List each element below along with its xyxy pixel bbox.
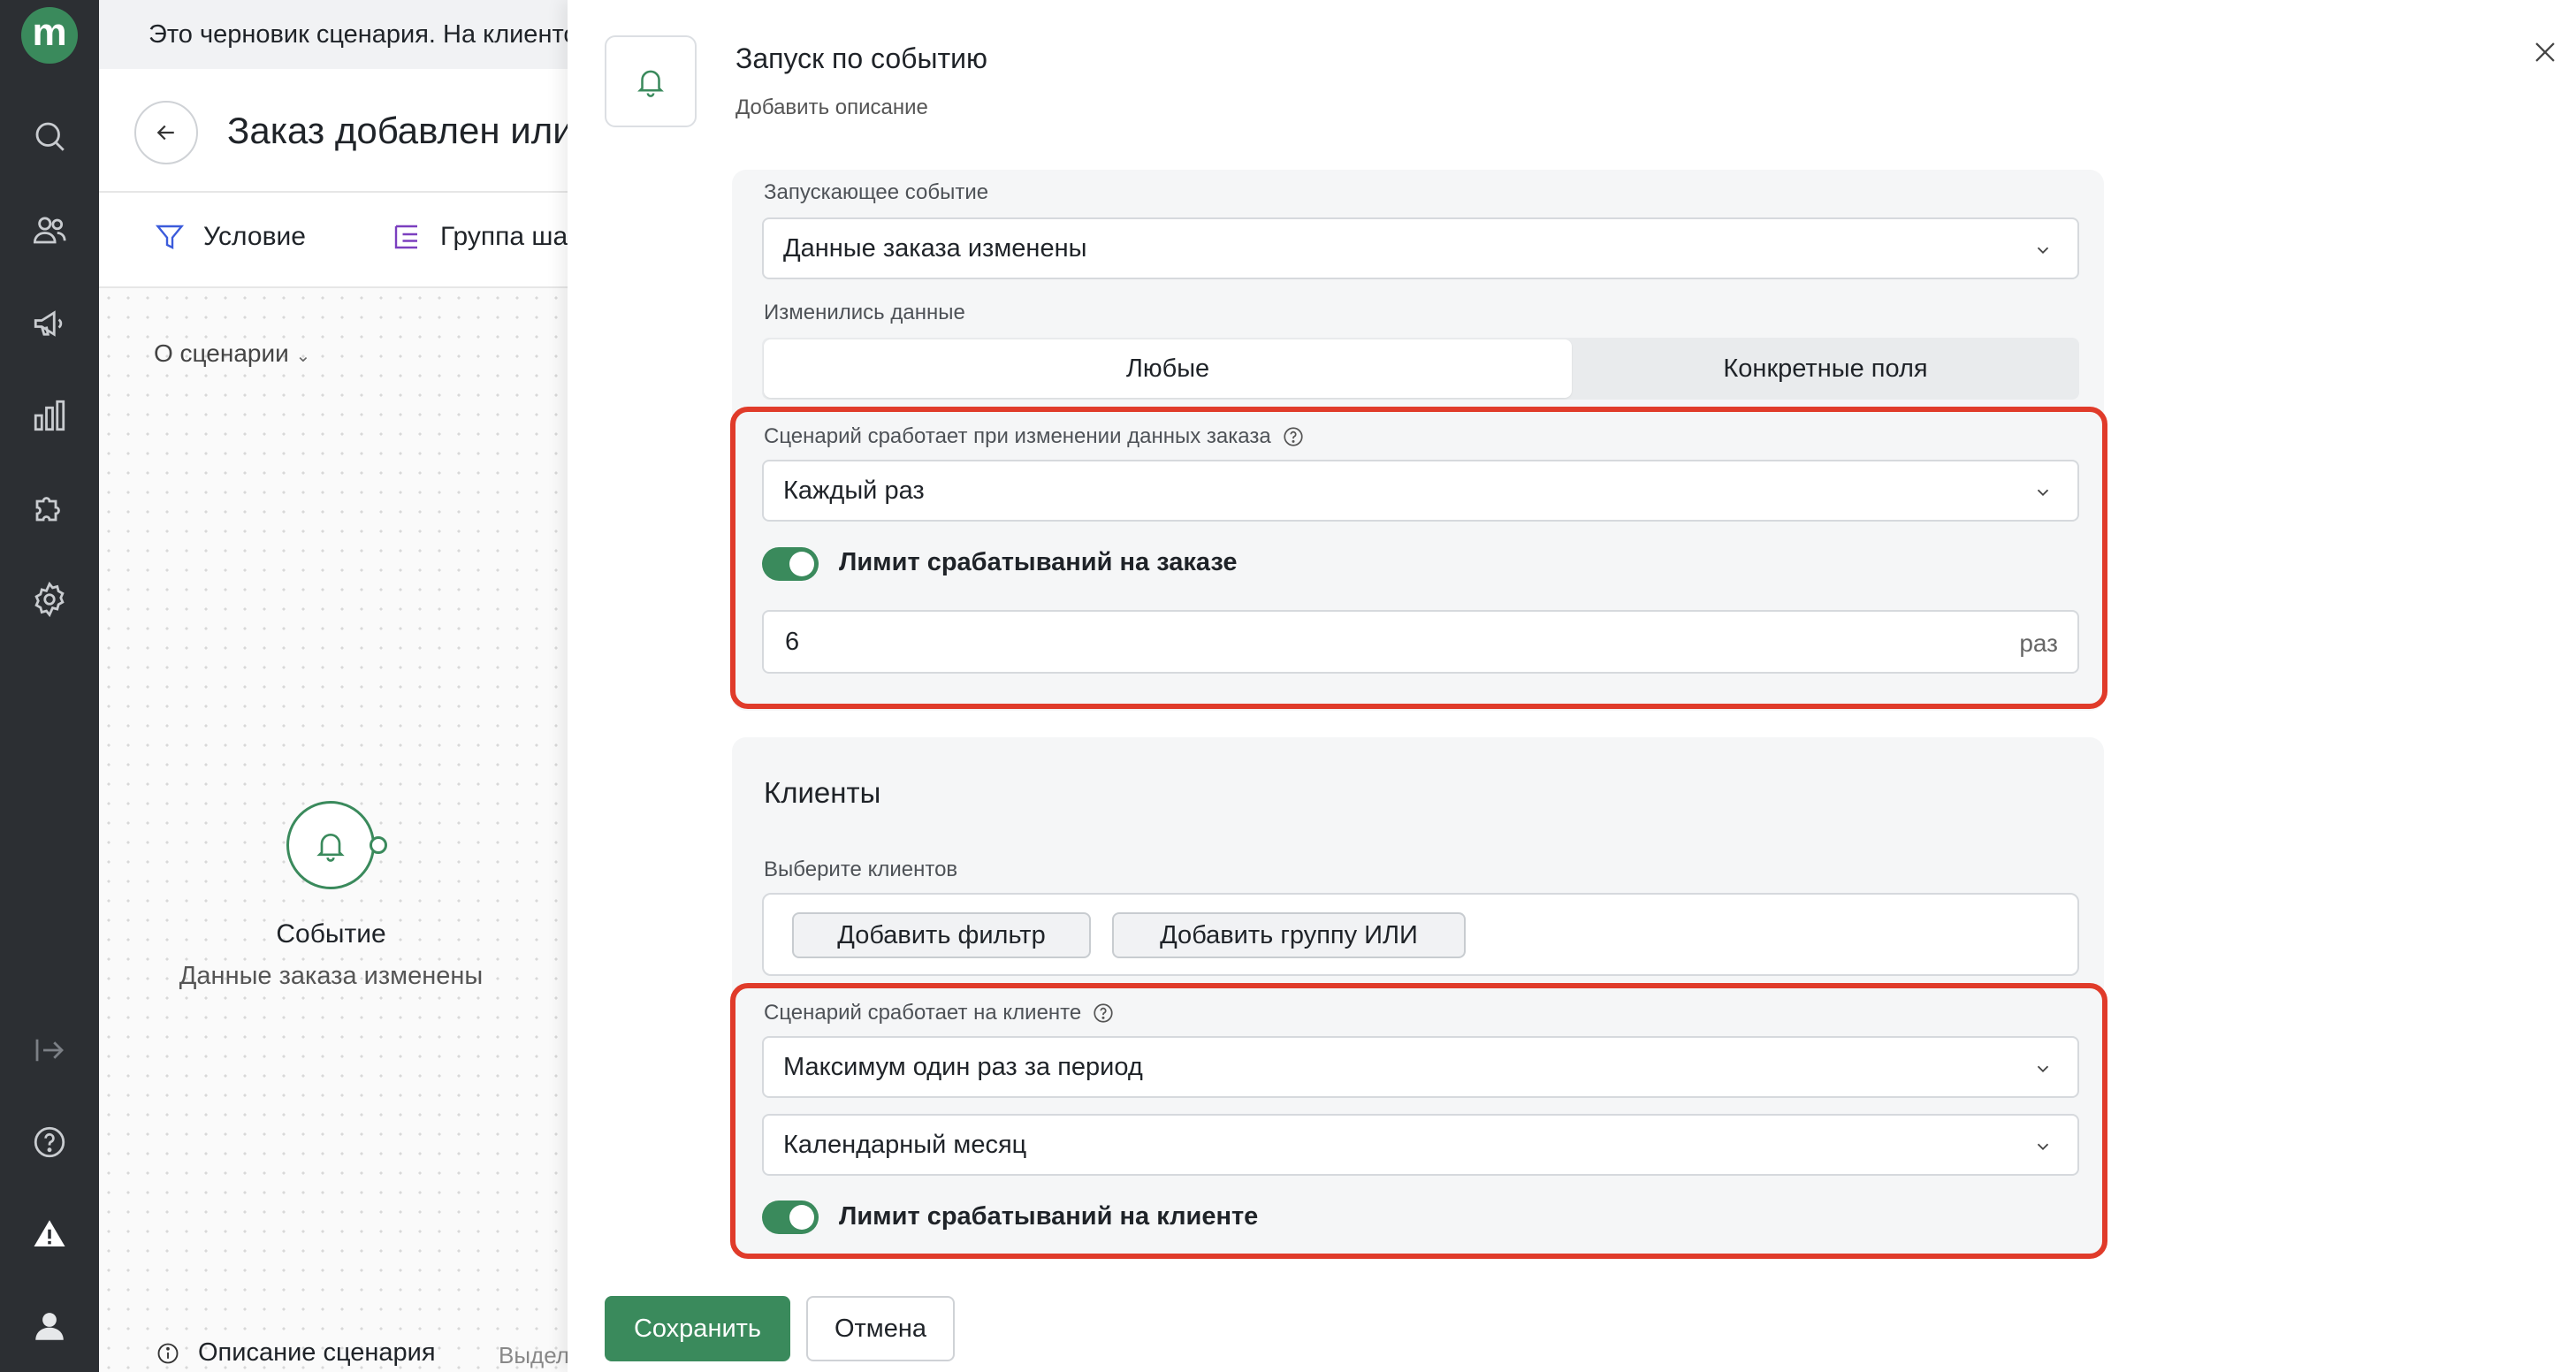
bell-icon — [316, 834, 345, 862]
warning-icon[interactable] — [25, 1209, 74, 1259]
changed-data-segmented: Любые Конкретные поля — [762, 338, 2079, 400]
panel-title: Запуск по событию — [735, 42, 988, 74]
condition-label: Условие — [203, 222, 306, 251]
chevron-down-icon — [2037, 247, 2049, 255]
arrow-left-icon — [156, 125, 174, 141]
app-logo[interactable]: m — [21, 7, 78, 64]
logo-letter: m — [32, 11, 67, 54]
megaphone-icon[interactable] — [25, 299, 74, 348]
segment-specific-fields[interactable]: Конкретные поля — [1574, 338, 2077, 400]
node-subtitle: Данные заказа изменены — [179, 962, 484, 990]
search-icon[interactable] — [25, 111, 74, 161]
client-limit-highlight — [730, 983, 2107, 1259]
node-connector[interactable] — [370, 836, 387, 854]
back-button[interactable] — [134, 101, 198, 164]
condition-tool[interactable]: Условие — [154, 221, 306, 253]
info-icon — [157, 1343, 179, 1363]
group-icon — [394, 225, 417, 249]
users-icon[interactable] — [25, 205, 74, 255]
highlight-link[interactable]: Выделить — [499, 1342, 568, 1369]
changed-data-label: Изменились данные — [764, 301, 965, 324]
event-node[interactable] — [286, 801, 375, 889]
close-icon[interactable] — [2530, 37, 2560, 67]
event-select[interactable]: Данные заказа изменены — [762, 217, 2079, 279]
event-select-value: Данные заказа изменены — [783, 233, 1087, 263]
filter-icon — [155, 225, 185, 249]
clients-heading: Клиенты — [764, 776, 881, 809]
chart-icon[interactable] — [25, 391, 74, 440]
scenario-editor-background: Это черновик сценария. На клиентов он не… — [99, 0, 568, 1372]
editor-toolbar: Условие Группа шагов — [99, 193, 568, 288]
cancel-button[interactable]: Отмена — [806, 1296, 955, 1361]
scenario-description-link[interactable]: Описание сценария — [156, 1338, 436, 1368]
gear-icon[interactable] — [25, 575, 74, 624]
nav-rail: m — [0, 0, 99, 1372]
profile-icon[interactable] — [25, 1301, 74, 1351]
draft-banner: Это черновик сценария. На клиентов он не… — [99, 0, 568, 69]
expand-icon[interactable] — [25, 1025, 74, 1075]
add-or-group-button[interactable]: Добавить группу ИЛИ — [1112, 912, 1466, 958]
bell-icon — [637, 70, 664, 97]
select-clients-label: Выберите клиентов — [764, 858, 958, 881]
scenario-canvas[interactable]: О сценарии ⌄ Событие Данные заказа измен… — [99, 288, 568, 1372]
step-group-tool[interactable]: Группа шагов — [391, 221, 568, 253]
add-filter-button[interactable]: Добавить фильтр — [792, 912, 1091, 958]
event-trigger-panel: Запуск по событию Добавить описание Запу… — [568, 0, 2576, 1372]
client-filter-box: Добавить фильтр Добавить группу ИЛИ — [762, 893, 2079, 976]
draft-banner-text: Это черновик сценария. На клиентов он не… — [149, 19, 568, 49]
segment-any[interactable]: Любые — [764, 339, 1572, 398]
node-title: Событие — [276, 919, 386, 949]
help-icon[interactable] — [25, 1117, 74, 1167]
order-limit-highlight — [730, 407, 2107, 709]
event-label: Запускающее событие — [764, 180, 989, 204]
add-description-link[interactable]: Добавить описание — [735, 95, 928, 120]
save-button[interactable]: Сохранить — [605, 1296, 790, 1361]
about-scenario-toggle[interactable]: О сценарии ⌄ — [154, 339, 310, 368]
step-group-label: Группа шагов — [440, 222, 568, 251]
trigger-icon-box — [605, 35, 697, 127]
puzzle-icon[interactable] — [25, 483, 74, 532]
scenario-header: Заказ добавлен или изменён — [99, 69, 568, 193]
page-title: Заказ добавлен или изменён — [227, 110, 568, 151]
